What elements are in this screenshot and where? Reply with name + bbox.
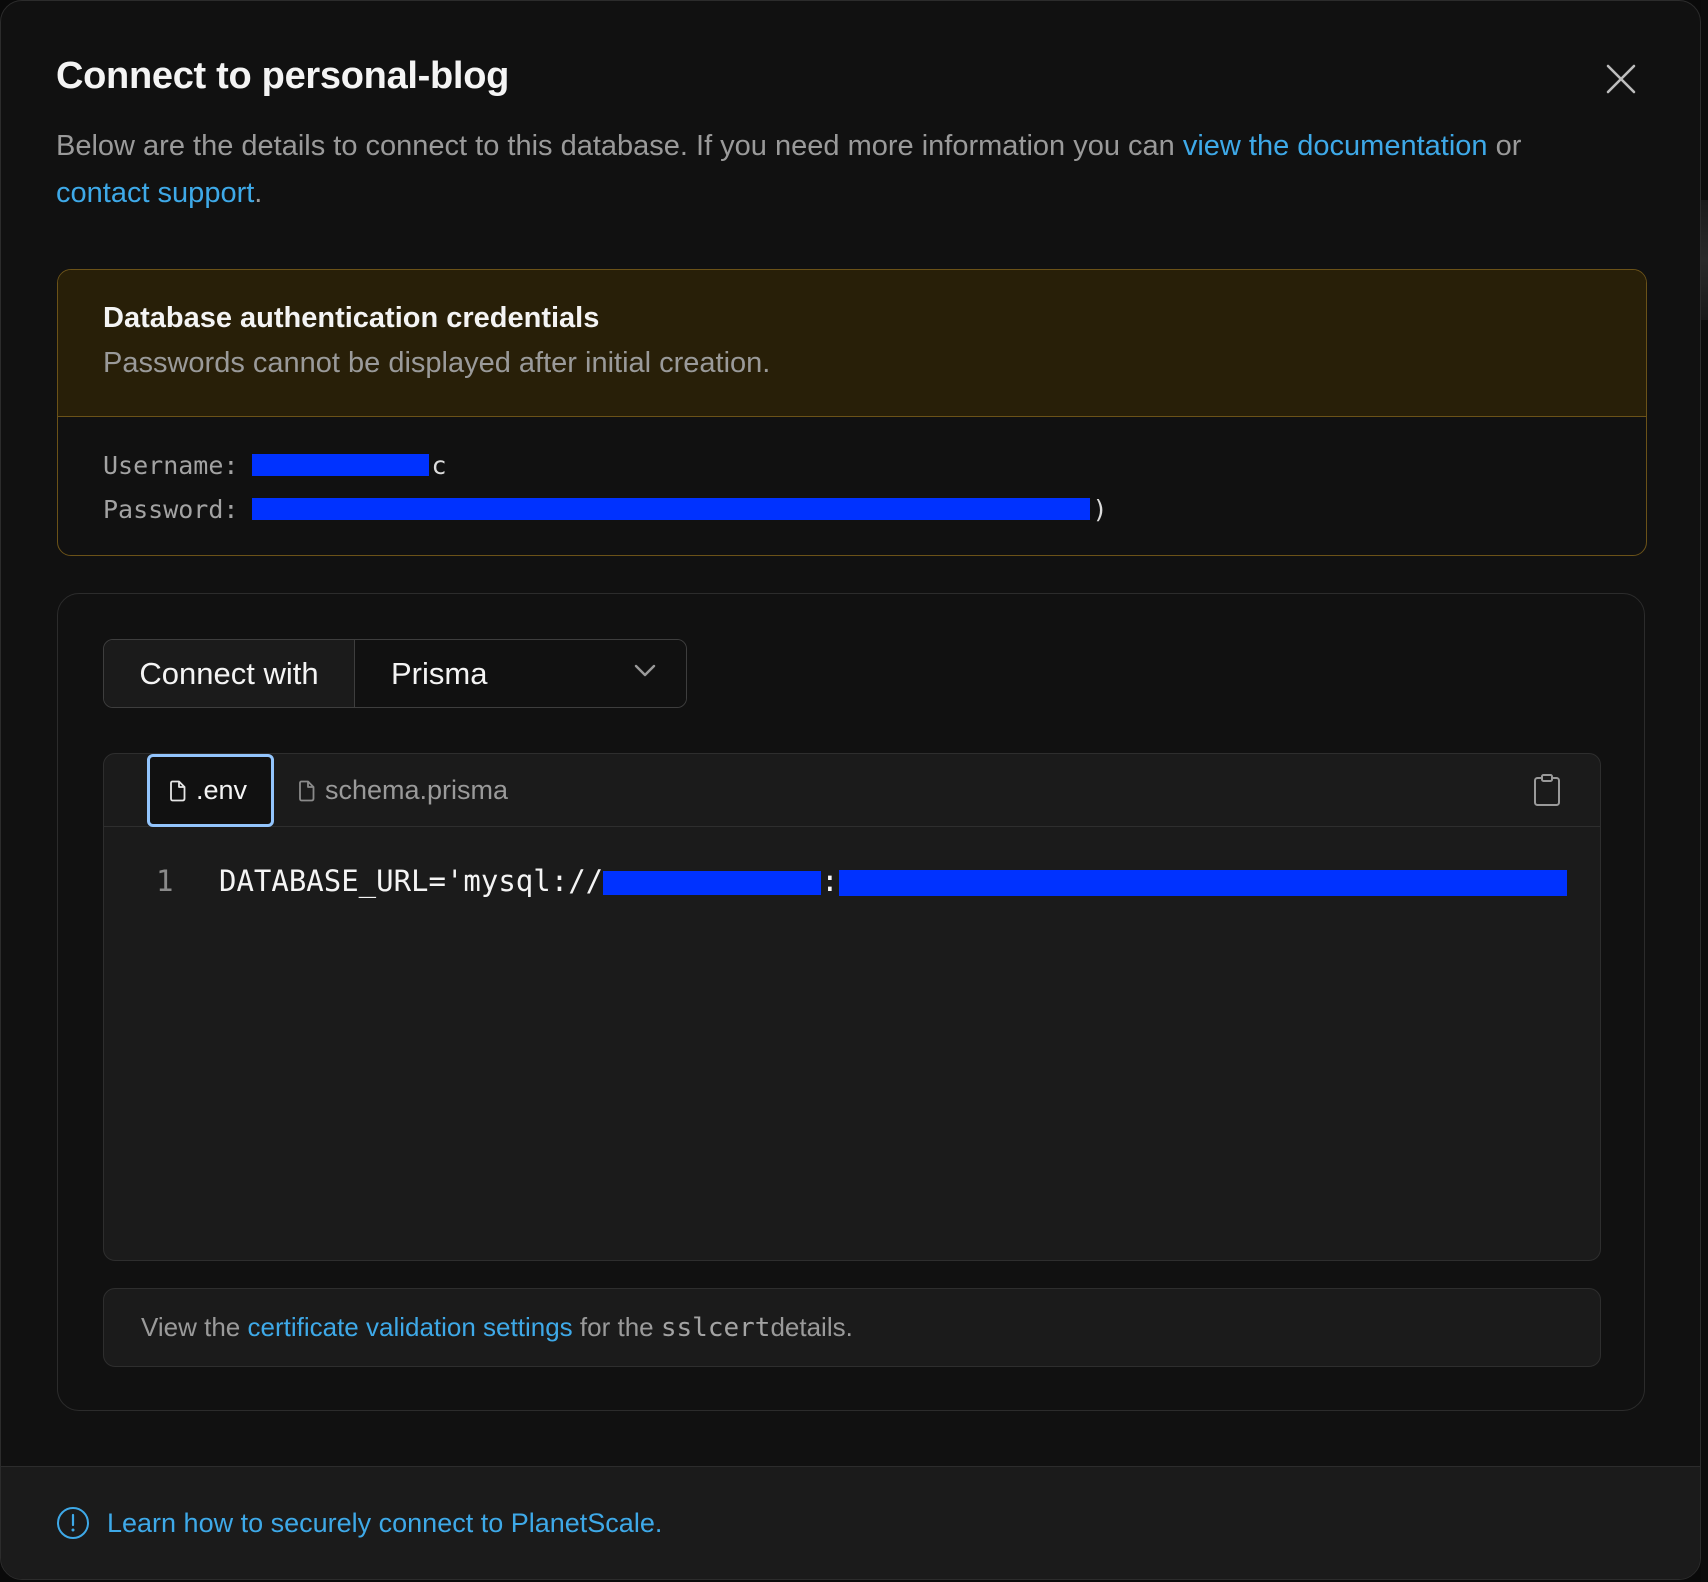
credentials-card: Database authentication credentials Pass… [57, 269, 1647, 556]
tab-env[interactable]: .env [147, 754, 274, 827]
connect-with-label: Connect with [104, 640, 355, 707]
ssl-info-box: View the certificate validation settings… [103, 1288, 1601, 1367]
alert-circle-icon [57, 1507, 89, 1539]
docs-link[interactable]: view the documentation [1183, 130, 1488, 162]
code-user-redacted [603, 871, 822, 895]
description-or: or [1487, 130, 1522, 162]
info-end: details. [770, 1312, 853, 1342]
credentials-body: Username: c Password: ) [58, 417, 1646, 531]
info-middle: for the [579, 1312, 654, 1342]
framework-select[interactable]: Prisma [355, 640, 686, 707]
tab-schema-prisma[interactable]: schema.prisma [298, 754, 508, 827]
support-link[interactable]: contact support [56, 177, 254, 209]
username-row: Username: c [103, 443, 1646, 487]
scrollbar-hint [1701, 200, 1708, 320]
clipboard-icon [1534, 774, 1560, 806]
connect-panel: Connect with Prisma .env schema.prisma 1… [57, 593, 1645, 1411]
chevron-down-icon [634, 664, 656, 677]
password-tail: ) [1092, 494, 1108, 524]
line-number: 1 [156, 864, 174, 898]
framework-selected: Prisma [391, 655, 488, 691]
description-text: Below are the details to connect to this… [56, 130, 1183, 162]
credentials-title: Database authentication credentials [103, 302, 600, 334]
secure-connect-link[interactable]: Learn how to securely connect to PlanetS… [107, 1508, 662, 1539]
file-icon [299, 780, 315, 801]
username-label: Username: [103, 450, 239, 480]
certificate-settings-link[interactable]: certificate validation settings [248, 1312, 573, 1343]
code-prefix: DATABASE_URL='mysql:// [219, 864, 604, 898]
connect-with-group: Connect with Prisma [103, 639, 687, 708]
credentials-header: Database authentication credentials Pass… [58, 270, 1646, 417]
modal-title: Connect to personal-blog [56, 55, 510, 97]
credentials-subtitle: Passwords cannot be displayed after init… [103, 347, 771, 379]
password-row: Password: ) [103, 487, 1646, 531]
code-box: .env schema.prisma 1 DATABASE_URL='mysql… [103, 753, 1601, 1261]
password-label: Password: [103, 494, 239, 524]
modal-footer: Learn how to securely connect to PlanetS… [1, 1466, 1700, 1579]
connect-modal: Connect to personal-blog Below are the d… [0, 0, 1701, 1580]
code-password-redacted [838, 870, 1567, 896]
code-text[interactable]: DATABASE_URL='mysql://: [219, 864, 1567, 898]
sslcert-code: sslcert [660, 1312, 771, 1343]
password-redacted[interactable] [252, 498, 1091, 520]
file-tabs: .env schema.prisma [104, 754, 1600, 827]
description-end: . [254, 177, 263, 209]
close-button[interactable] [1601, 59, 1641, 99]
modal-description: Below are the details to connect to this… [56, 123, 1556, 217]
username-tail: c [431, 450, 447, 480]
tab-env-label: .env [196, 775, 248, 805]
page-backdrop [1701, 0, 1708, 1582]
copy-button[interactable] [1532, 773, 1562, 812]
username-redacted[interactable] [252, 454, 430, 476]
code-separator: : [821, 864, 839, 898]
tab-schema-label: schema.prisma [325, 775, 509, 805]
file-icon [170, 780, 186, 801]
info-text: View the [141, 1312, 241, 1342]
close-icon [1606, 64, 1636, 94]
